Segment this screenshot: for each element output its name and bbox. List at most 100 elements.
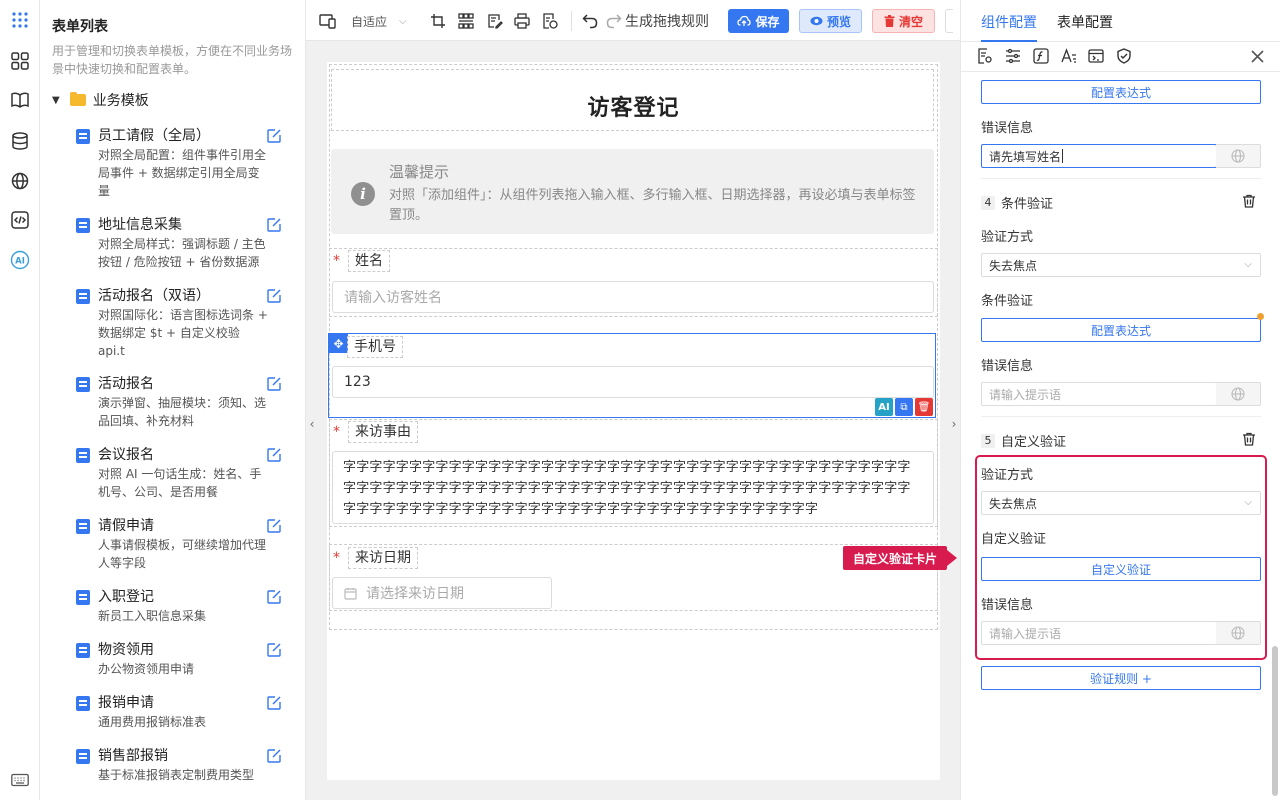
required-mark: *: [333, 550, 340, 566]
template-item[interactable]: 地址信息采集 对照全局样式：强调标题 / 主色按钮 / 危险按钮 + 省份数据源: [76, 215, 286, 275]
icon-rail: AI: [0, 0, 40, 800]
undo-icon[interactable]: [582, 11, 598, 31]
json-icon[interactable]: [542, 11, 558, 31]
close-icon[interactable]: [1248, 47, 1266, 65]
template-item[interactable]: 员工请假（全局） 对照全局配置：组件事件引用全局事件 + 数据绑定引用全局变量: [76, 126, 286, 206]
generate-rules-button[interactable]: 生成拖拽规则: [625, 11, 709, 31]
i18n-globe-icon[interactable]: [1216, 621, 1261, 645]
edit-icon[interactable]: [266, 518, 282, 534]
form-paper: 访客登记 i 温馨提示 对照「添加组件」：从组件列表拖入输入框、多行输入框、日期…: [327, 62, 940, 780]
edit-icon[interactable]: [266, 376, 282, 392]
validate-method-select[interactable]: 失去焦点 ⌵: [981, 253, 1261, 277]
edit-icon[interactable]: [266, 642, 282, 658]
template-group[interactable]: ▼ 业务模板: [52, 90, 149, 110]
redo-icon[interactable]: [606, 11, 622, 31]
clear-button[interactable]: 清空: [872, 9, 935, 33]
edit-doc-icon[interactable]: [487, 11, 503, 31]
components-icon[interactable]: [10, 51, 30, 71]
edit-icon[interactable]: [266, 288, 282, 304]
custom-validate-button[interactable]: 自定义验证: [981, 557, 1261, 581]
validate-method-select-2[interactable]: 失去焦点 ⌵: [981, 491, 1261, 515]
layout-select[interactable]: 自适应 ⌵: [351, 11, 407, 31]
config-expression-button[interactable]: 配置表达式: [981, 80, 1261, 104]
overflow-button[interactable]: [945, 9, 953, 33]
move-icon[interactable]: ✥: [329, 334, 348, 353]
template-item[interactable]: 销售部报销 基于标准报销表定制费用类型: [76, 746, 286, 786]
validate-method-label-2: 验证方式: [981, 468, 1034, 483]
date-picker[interactable]: 请选择来访日期: [332, 577, 552, 609]
add-rule-button[interactable]: 验证规则 +: [981, 666, 1261, 690]
date-placeholder: 请选择来访日期: [366, 586, 464, 602]
document-icon: [76, 448, 90, 463]
rule-number: 4: [981, 195, 995, 210]
preview-button[interactable]: 预览: [799, 9, 862, 33]
edit-icon[interactable]: [266, 447, 282, 463]
error-info-input-3[interactable]: 请输入提示语: [981, 621, 1217, 645]
edit-icon[interactable]: [266, 695, 282, 711]
save-button[interactable]: 保存: [728, 9, 789, 33]
template-name: 报销申请: [98, 695, 154, 711]
edit-icon[interactable]: [266, 589, 282, 605]
copy-icon[interactable]: ⧉: [895, 398, 913, 416]
ai-icon[interactable]: AI: [10, 250, 30, 270]
grid-icon[interactable]: [458, 11, 474, 31]
rule-header-condition: 4 条件验证: [981, 193, 1053, 212]
caret-down-icon[interactable]: ▼: [52, 95, 60, 106]
error-info-input-2[interactable]: 请输入提示语: [981, 382, 1217, 406]
ai-badge[interactable]: AI: [875, 398, 893, 416]
text-style-icon[interactable]: [1060, 47, 1078, 65]
document-icon: [76, 590, 90, 605]
tab-component-config[interactable]: 组件配置: [981, 12, 1037, 32]
i18n-globe-icon[interactable]: [1216, 144, 1261, 168]
shield-check-icon[interactable]: [1115, 47, 1133, 65]
crop-icon[interactable]: [430, 11, 446, 31]
print-icon[interactable]: [514, 11, 530, 31]
validate-method-label: 验证方式: [981, 230, 1034, 245]
template-name: 会议报名: [98, 447, 154, 463]
i18n-globe-icon[interactable]: [1216, 382, 1261, 406]
template-item[interactable]: 报销申请 通用费用报销标准表: [76, 693, 286, 733]
template-name: 请假申请: [98, 518, 154, 534]
template-item[interactable]: 入职登记 新员工入职信息采集: [76, 587, 286, 627]
edit-icon[interactable]: [266, 128, 282, 144]
cloud-upload-icon: [737, 15, 752, 26]
book-icon[interactable]: [10, 90, 30, 110]
keyboard-icon[interactable]: [10, 770, 30, 790]
globe-icon[interactable]: [10, 171, 30, 191]
database-icon[interactable]: [10, 131, 30, 151]
collapse-left-icon[interactable]: ‹: [306, 408, 318, 440]
template-item[interactable]: 物资领用 办公物资领用申请: [76, 640, 286, 680]
document-icon: [76, 643, 90, 658]
reason-textarea[interactable]: 字字字字字字字字字字字字字字字字字字字字字字字字字字字字字字字字字字字字字字字字…: [332, 451, 934, 524]
phone-input[interactable]: 123: [332, 366, 934, 398]
phone-value: 123: [344, 374, 371, 390]
calendar-icon: [344, 587, 357, 600]
delete-icon[interactable]: 🗑: [915, 398, 933, 416]
edit-icon[interactable]: [266, 748, 282, 764]
error-info-label-2: 错误信息: [981, 359, 1034, 374]
function-icon[interactable]: [1032, 47, 1050, 65]
template-item[interactable]: 请假申请 人事请假模板，可继续增加代理人等字段: [76, 516, 286, 576]
apps-grid-icon[interactable]: [10, 10, 30, 30]
delete-rule-icon[interactable]: [1242, 194, 1256, 208]
delete-rule-icon[interactable]: [1242, 432, 1256, 446]
template-item[interactable]: 活动报名（双语） 对照国际化：语言图标选词条 + 数据绑定 $t + 自定义校验…: [76, 286, 286, 366]
device-icon[interactable]: [319, 11, 337, 31]
code-icon[interactable]: [10, 210, 30, 230]
sliders-icon[interactable]: [1004, 47, 1022, 65]
code-window-icon[interactable]: [1087, 47, 1105, 65]
collapse-right-icon[interactable]: ›: [948, 408, 960, 440]
toolbar: 自适应 ⌵ 生成拖拽规则 保存 预览 清空: [306, 0, 960, 41]
template-item[interactable]: 活动报名 演示弹窗、抽屉模块：须知、选品回填、补充材料: [76, 374, 286, 434]
error-info-input[interactable]: 请先填写姓名: [981, 144, 1217, 168]
edit-icon[interactable]: [266, 217, 282, 233]
name-input[interactable]: 请输入访客姓名: [332, 281, 934, 313]
props-scroll-area: 配置表达式 错误信息 请先填写姓名 4 条件验证 验证方式 失去焦点 ⌵ 条件验…: [961, 72, 1273, 800]
folder-icon: [69, 92, 86, 106]
props-scrollbar[interactable]: [1272, 646, 1278, 796]
settings-doc-icon[interactable]: [976, 47, 994, 65]
config-expression-button-2[interactable]: 配置表达式: [981, 318, 1261, 342]
template-desc: 通用费用报销标准表: [98, 715, 207, 729]
tab-form-config[interactable]: 表单配置: [1057, 12, 1113, 32]
template-item[interactable]: 会议报名 对照 AI 一句话生成：姓名、手机号、公司、是否用餐: [76, 445, 286, 505]
